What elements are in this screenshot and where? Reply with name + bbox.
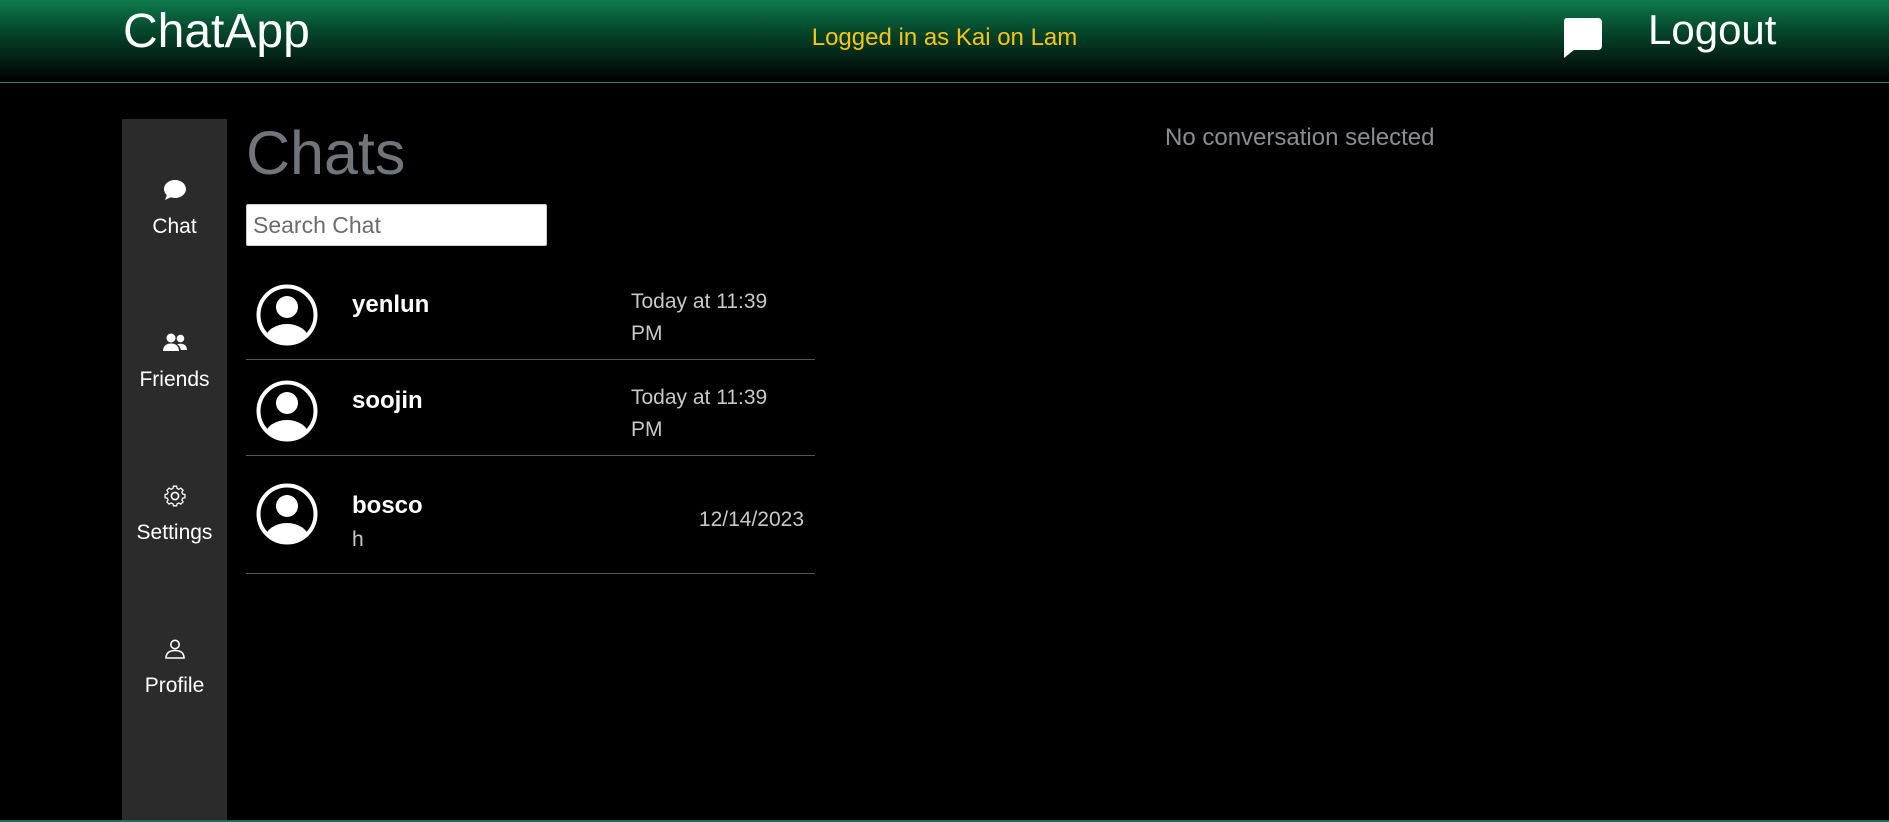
nav-label-profile: Profile <box>144 674 205 697</box>
chat-list-item[interactable]: soojin Today at 11:39 PM <box>246 360 815 456</box>
logged-in-status: Logged in as Kai on Lam <box>0 24 1889 52</box>
chat-name: bosco <box>352 492 423 519</box>
chat-bubble-icon <box>163 180 186 200</box>
chat-timestamp: Today at 11:39 PM <box>631 386 768 441</box>
chat-name: soojin <box>352 387 423 414</box>
gear-icon <box>163 485 186 507</box>
chat-timestamp: Today at 11:39 PM <box>631 290 768 345</box>
speech-bubble-icon <box>1563 18 1602 58</box>
nav-item-chat[interactable]: Chat <box>122 177 227 297</box>
nav-item-settings[interactable]: Settings <box>122 483 227 603</box>
users-icon <box>162 333 187 351</box>
chat-name: yenlun <box>352 291 430 318</box>
nav-item-profile[interactable]: Profile <box>122 636 227 756</box>
chat-list-item[interactable]: yenlun Today at 11:39 PM <box>246 264 815 360</box>
search-chat-input[interactable] <box>246 204 547 246</box>
chat-timestamp: 12/14/2023 <box>698 508 804 531</box>
logout-button[interactable]: Logout <box>1648 6 1776 54</box>
chat-preview: h <box>352 528 364 551</box>
side-nav: Chat Friends Settings Profile <box>122 119 227 822</box>
avatar-icon <box>256 380 318 442</box>
no-conversation-text: No conversation selected <box>1165 124 1435 151</box>
person-icon <box>164 639 185 659</box>
chats-title: Chats <box>246 119 406 187</box>
chat-list: yenlun Today at 11:39 PM soojin Today at… <box>246 264 815 574</box>
chat-list-item[interactable]: bosco h 12/14/2023 <box>246 456 815 574</box>
avatar-icon <box>256 284 318 346</box>
logged-in-text: Logged in as Kai on Lam <box>811 24 1078 51</box>
nav-label-settings: Settings <box>136 521 213 544</box>
avatar-icon <box>256 483 318 545</box>
nav-item-friends[interactable]: Friends <box>122 330 227 450</box>
nav-label-chat: Chat <box>152 215 197 238</box>
nav-label-friends: Friends <box>139 368 210 391</box>
top-navbar: ChatApp Logged in as Kai on Lam Logout <box>0 0 1889 83</box>
messages-button[interactable] <box>1560 16 1604 60</box>
